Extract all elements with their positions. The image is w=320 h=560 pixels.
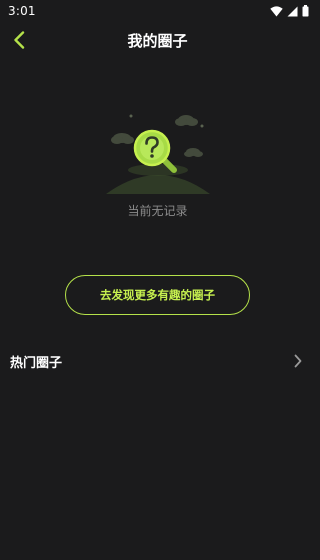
- page-title: 我的圈子: [127, 32, 188, 50]
- status-bar: 3:01: [0, 0, 315, 22]
- hot-circles-label: 热门圈子: [10, 355, 63, 371]
- chevron-right-icon: [294, 354, 302, 368]
- discover-circles-button[interactable]: 去发现更多有趣的圈子: [65, 275, 250, 315]
- status-icons: [270, 5, 309, 17]
- status-time: 3:01: [8, 4, 36, 18]
- battery-icon: [302, 5, 309, 17]
- hot-circles-row[interactable]: 热门圈子: [0, 346, 315, 376]
- wifi-icon: [270, 5, 283, 16]
- screen: 3:01 我的圈子 当前无记录 去发现更多有趣的圈子 热门圈子: [0, 0, 315, 560]
- empty-state-text: 当前无记录: [127, 204, 188, 218]
- signal-icon: [287, 6, 298, 16]
- magnifier-question-icon: [106, 114, 210, 194]
- nav-bar: 我的圈子: [0, 22, 315, 58]
